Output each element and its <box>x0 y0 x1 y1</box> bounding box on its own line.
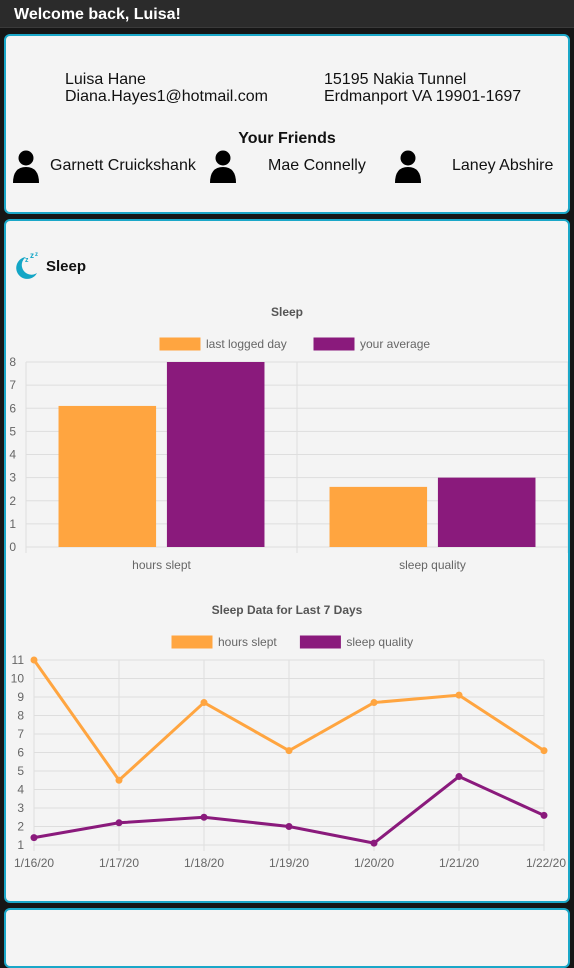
friend-item[interactable]: Mae Connelly <box>209 148 366 184</box>
data-point <box>285 747 293 755</box>
friend-item[interactable]: Garnett Cruickshank <box>12 148 196 184</box>
y-tick-label: 7 <box>17 727 24 741</box>
person-icon <box>210 150 236 183</box>
y-tick-label: 3 <box>9 471 16 485</box>
y-tick-label: 6 <box>9 401 16 415</box>
legend-swatch <box>159 337 201 351</box>
y-tick-label: 11 <box>12 653 25 667</box>
data-point <box>115 776 123 784</box>
y-tick-label: 1 <box>17 838 24 852</box>
bar <box>58 405 157 547</box>
y-tick-label: 10 <box>11 672 25 686</box>
legend-label: last logged day <box>206 337 287 351</box>
data-point <box>115 819 123 827</box>
svg-text:z: z <box>35 252 38 258</box>
friends-title: Your Friends <box>238 130 336 147</box>
person-icon <box>13 150 39 183</box>
y-tick-label: 4 <box>9 448 16 462</box>
data-point <box>540 811 548 819</box>
friend-name: Mae Connelly <box>268 157 366 174</box>
user-name-email: Luisa Hane Diana.Hayes1@hotmail.com <box>65 71 268 105</box>
y-tick-label: 9 <box>17 690 24 704</box>
data-point <box>285 823 293 830</box>
y-tick-label: 2 <box>17 820 24 834</box>
x-tick-label: 1/20/20 <box>354 856 394 870</box>
x-tick-label: hours slept <box>132 558 191 572</box>
chart-title: Sleep <box>271 305 303 319</box>
y-tick-label: 2 <box>9 494 16 508</box>
user-name: Luisa Hane <box>65 71 146 88</box>
data-point <box>30 834 38 842</box>
data-point <box>540 747 548 755</box>
legend-label: hours slept <box>218 635 277 649</box>
x-tick-label: 1/21/20 <box>439 856 479 870</box>
bar <box>437 477 536 547</box>
user-info-card: Luisa Hane Diana.Hayes1@hotmail.com 1519… <box>4 34 570 214</box>
y-tick-label: 5 <box>9 424 16 438</box>
address-line-1: 15195 Nakia Tunnel <box>324 71 467 88</box>
x-tick-label: 1/16/20 <box>14 856 54 870</box>
data-point <box>200 813 208 821</box>
svg-text:z: z <box>30 251 34 260</box>
y-tick-label: 5 <box>17 764 24 778</box>
y-tick-label: 8 <box>17 709 24 723</box>
y-tick-label: 8 <box>9 355 16 369</box>
next-card <box>4 908 570 968</box>
y-tick-label: 6 <box>17 746 24 760</box>
sleep-icon: z z z <box>16 251 38 279</box>
sleep-line-chart: Sleep Data for Last 7 Days hours slept sle… <box>11 603 567 870</box>
friend-name: Laney Abshire <box>452 157 554 174</box>
x-tick-label: 1/19/20 <box>269 856 309 870</box>
person-icon <box>395 150 421 183</box>
legend-label: sleep quality <box>346 635 413 649</box>
address-line-2: Erdmanport VA 19901-1697 <box>324 88 522 105</box>
svg-text:z: z <box>25 257 29 264</box>
y-tick-label: 3 <box>17 801 24 815</box>
sleep-section-title: Sleep <box>46 257 87 275</box>
y-tick-label: 4 <box>17 783 24 797</box>
data-point <box>455 773 463 781</box>
sleep-card: z z z Sleep Sleep last logged day your ave… <box>4 219 570 903</box>
legend-label: your average <box>360 337 430 351</box>
data-point <box>370 699 378 707</box>
x-tick-label: sleep quality <box>399 558 466 572</box>
data-point <box>200 699 208 707</box>
welcome-header: Welcome back, Luisa! <box>0 0 574 28</box>
legend-swatch <box>171 635 213 649</box>
x-tick-label: 1/18/20 <box>184 856 224 870</box>
sleep-bar-chart: Sleep last logged day your average 0 1 2 3 4 5 6 7… <box>9 305 568 572</box>
x-tick-label: 1/17/20 <box>99 856 139 870</box>
y-tick-label: 1 <box>9 517 16 531</box>
x-tick-label: 1/22/20 <box>526 856 566 870</box>
legend-swatch <box>299 635 341 649</box>
data-point <box>30 656 38 664</box>
user-address: 15195 Nakia Tunnel Erdmanport VA 19901-1… <box>324 71 521 105</box>
bar <box>329 486 428 547</box>
data-point <box>370 839 378 847</box>
friend-name: Garnett Cruickshank <box>50 157 196 174</box>
y-tick-label: 7 <box>9 378 16 392</box>
sleep-section-header: z z z Sleep <box>12 251 86 281</box>
chart-title: Sleep Data for Last 7 Days <box>212 603 363 617</box>
y-tick-label: 0 <box>9 540 16 554</box>
legend-swatch <box>313 337 355 351</box>
friend-item[interactable]: Laney Abshire <box>394 148 553 184</box>
user-email: Diana.Hayes1@hotmail.com <box>65 88 268 105</box>
data-point <box>455 691 463 699</box>
bar <box>166 362 265 547</box>
